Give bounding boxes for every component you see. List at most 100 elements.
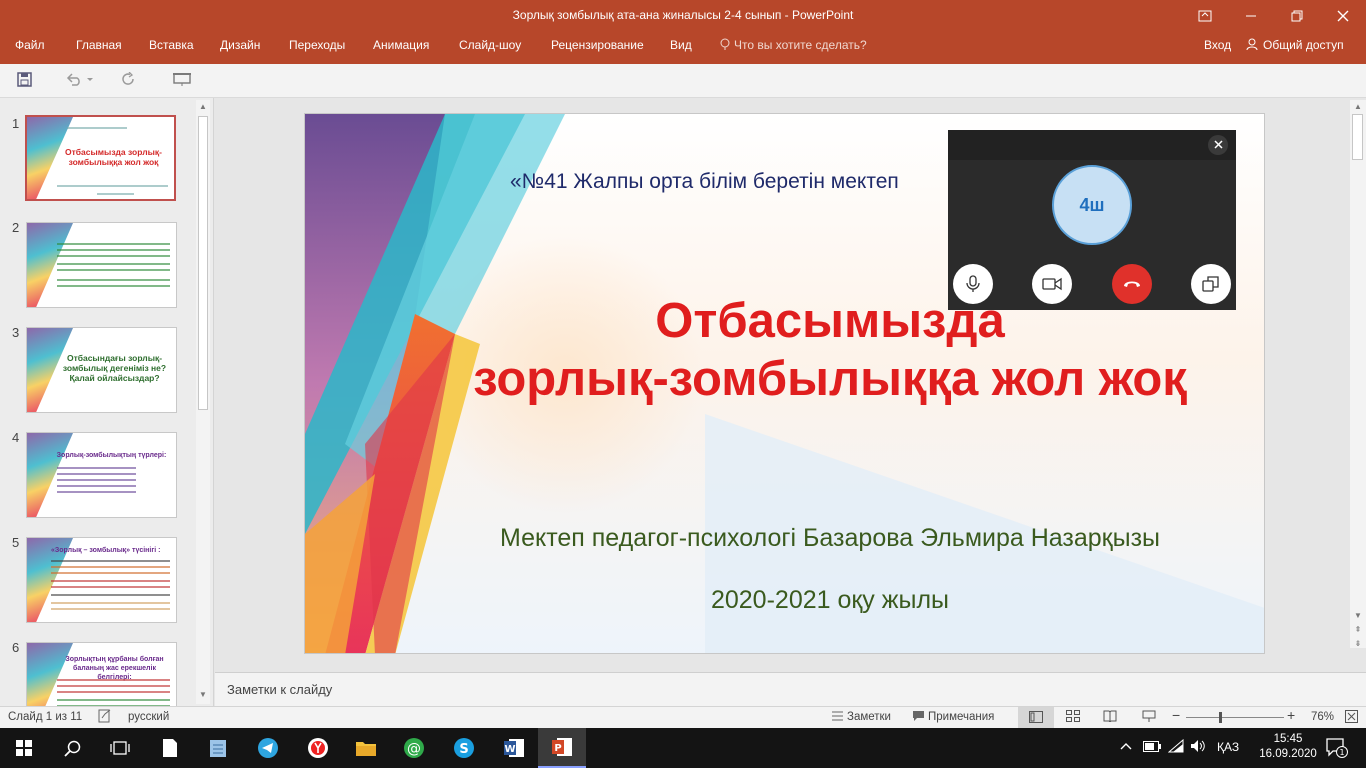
thumb-title: Отбасымызда зорлық-зомбылыққа жол жоқ [65,147,162,167]
phone-hangup-icon [1124,281,1140,287]
slide-thumbnail-5[interactable]: «Зорлық – зомбылық» түсінігі : [26,537,177,623]
show-hidden-icons-button[interactable] [1120,740,1132,754]
volume-icon[interactable] [1190,739,1206,756]
tab-slideshow[interactable]: Слайд-шоу [459,38,521,52]
undo-button[interactable] [66,72,94,90]
taskbar-mail-agent[interactable]: @ [390,728,438,768]
slideshow-view-button[interactable] [1142,710,1156,725]
start-slideshow-button[interactable] [173,72,191,91]
task-view-button[interactable] [96,728,144,768]
start-button[interactable] [0,728,48,768]
notes-placeholder[interactable]: Заметки к слайду [227,682,332,697]
save-button[interactable] [17,72,32,91]
thumb-title: «Зорлық – зомбылық» түсінігі : [51,547,161,554]
taskbar-file-explorer[interactable] [342,728,390,768]
slide-thumbnail-3[interactable]: Отбасындағы зорлық-зомбылық дегеніміз не… [26,327,177,413]
slide-sorter-icon [1066,710,1080,722]
zoom-out-button[interactable]: − [1172,707,1180,723]
system-clock[interactable]: 15:45 16.09.2020 [1258,732,1318,762]
title-bar: Зорлық зомбылық ата-ана жиналысы 2-4 сын… [0,0,1366,32]
scroll-up-arrow[interactable]: ▲ [1350,102,1366,111]
slide-thumbnail-4[interactable]: Зорлық-зомбылықтың түрлері: [26,432,177,518]
taskbar-telegram[interactable] [244,728,292,768]
action-center-button[interactable]: 1 [1326,738,1348,761]
window-title: Зорлық зомбылық ата-ана жиналысы 2-4 сын… [512,8,854,22]
comments-button[interactable]: Примечания [913,711,994,723]
thumbnails-scrollbar[interactable]: ▲ ▼ [196,100,210,704]
previous-slide-button[interactable]: ⇞ [1350,625,1366,634]
taskbar-notepad[interactable] [194,728,242,768]
normal-view-button[interactable] [1018,707,1054,728]
tab-transitions[interactable]: Переходы [289,38,345,52]
slide-year[interactable]: 2020-2021 оқу жылы [415,586,1245,615]
ribbon-display-options-button[interactable] [1182,0,1228,32]
minimize-button[interactable] [1228,0,1274,32]
word-icon: W [504,739,524,757]
search-button[interactable] [48,728,96,768]
comment-icon [913,711,924,721]
close-window-button[interactable] [1320,0,1366,32]
share-button[interactable]: Общий доступ [1246,38,1344,52]
fit-to-window-button[interactable] [1345,710,1358,726]
minimize-icon [1246,15,1256,17]
taskbar-word[interactable]: W [490,728,538,768]
tab-review[interactable]: Рецензирование [551,38,644,52]
camera-button[interactable] [1032,264,1072,304]
reading-view-button[interactable] [1103,710,1117,725]
tab-design[interactable]: Дизайн [220,38,260,52]
wifi-icon[interactable] [1167,738,1184,756]
tell-me-search[interactable]: Что вы хотите сделать? [720,38,867,52]
slide-thumbnail-6[interactable]: Зорлықтың құрбаны болған баланың жас ере… [26,642,177,706]
slide-thumbnail-1[interactable]: Отбасымызда зорлық-зомбылыққа жол жоқ [25,115,176,201]
zoom-level[interactable]: 76% [1311,711,1334,723]
presentation-icon [1142,710,1156,722]
language-indicator[interactable]: русский [128,711,169,723]
scroll-thumb[interactable] [1352,114,1363,160]
notes-pane[interactable]: Заметки к слайду [215,672,1366,706]
sign-in-link[interactable]: Вход [1204,38,1231,52]
thumb-number: 6 [12,640,20,655]
zoom-in-button[interactable]: + [1287,707,1295,723]
close-icon [1213,140,1223,149]
next-slide-button[interactable]: ⇟ [1350,639,1366,648]
taskbar-skype[interactable]: S [440,728,488,768]
notepad-icon [210,740,226,757]
notes-toggle-button[interactable]: Заметки [832,711,891,723]
battery-icon[interactable] [1143,741,1161,755]
restore-button[interactable] [1274,0,1320,32]
scroll-down-arrow[interactable]: ▼ [196,690,210,704]
input-language[interactable]: ҚАЗ [1217,740,1239,754]
scroll-down-arrow[interactable]: ▼ [1350,611,1366,620]
slide-thumbnails-pane: 1 Отбасымызда зорлық-зомбылыққа жол жоқ … [0,98,214,706]
close-icon [1337,10,1349,22]
scroll-up-arrow[interactable]: ▲ [196,102,210,116]
taskbar-yandex[interactable] [294,728,342,768]
taskbar-powerpoint[interactable]: P [538,728,586,768]
school-name[interactable]: «№41 Жалпы орта білім беретін мектеп [510,170,899,194]
tab-insert[interactable]: Вставка [149,38,194,52]
zoom-slider[interactable] [1186,717,1284,718]
tab-view[interactable]: Вид [670,38,692,52]
slide-thumbnail-2[interactable] [26,222,177,308]
hang-up-button[interactable] [1112,264,1152,304]
scroll-thumb[interactable] [198,116,208,410]
tab-home[interactable]: Главная [76,38,122,52]
svg-text:S: S [459,742,468,757]
redo-button[interactable] [121,71,136,91]
slide-sorter-button[interactable] [1066,710,1080,725]
spelling-icon[interactable] [98,709,112,726]
tab-file[interactable]: Файл [15,38,45,52]
slide-title-line2[interactable]: зорлық-зомбылыққа жол жоқ [415,350,1245,408]
powerpoint-icon: P [552,738,572,756]
close-call-button[interactable] [1208,135,1228,155]
lightbulb-icon [720,38,730,50]
windows-logo-icon [16,740,32,756]
microphone-button[interactable] [953,264,993,304]
taskbar-document[interactable] [146,728,194,768]
tab-animations[interactable]: Анимация [373,38,429,52]
clock-date: 16.09.2020 [1259,748,1317,760]
slide-author[interactable]: Мектеп педагог-психологі Базарова Эльмир… [415,524,1245,553]
editor-scrollbar[interactable]: ▲ ▼ ⇞ ⇟ [1350,100,1366,648]
screen-share-button[interactable] [1191,264,1231,304]
zoom-slider-thumb[interactable] [1219,712,1222,723]
